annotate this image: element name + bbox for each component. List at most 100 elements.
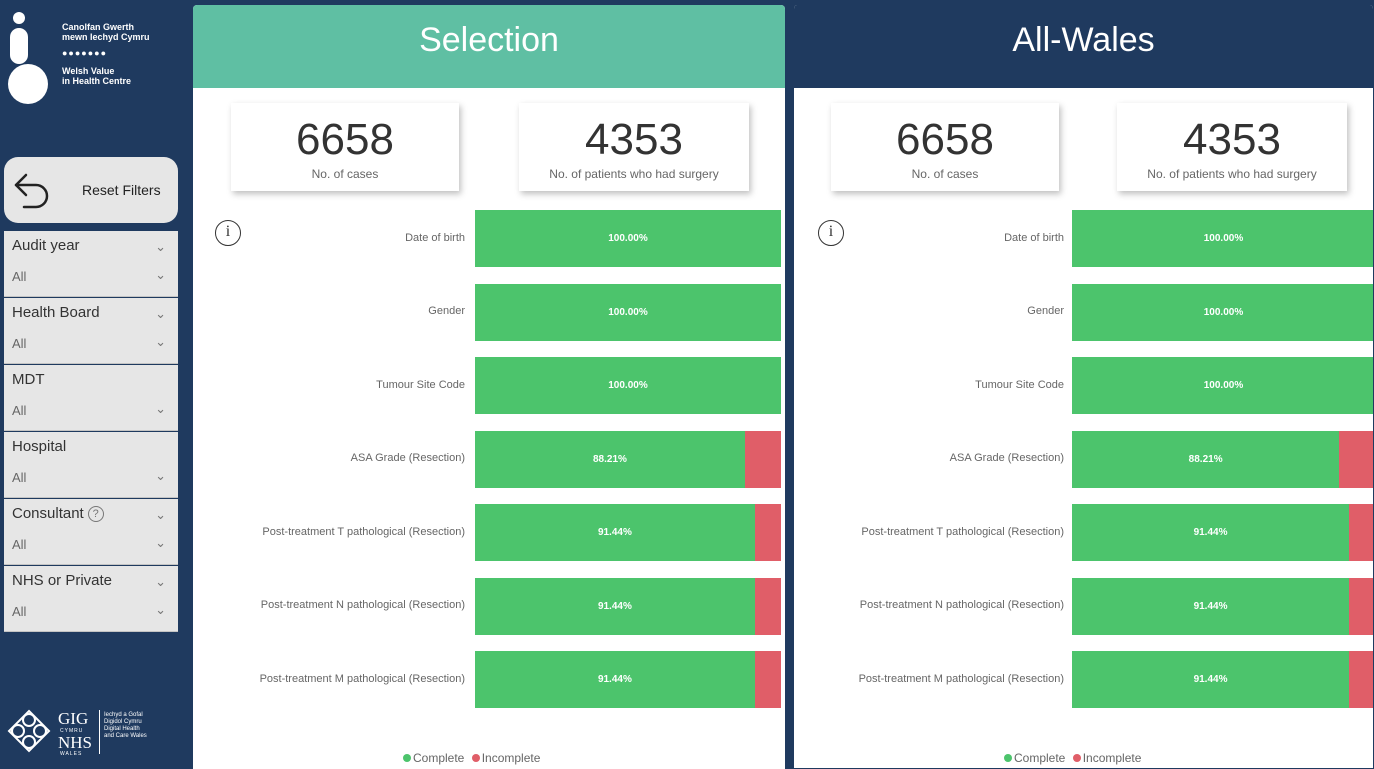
data-label: 100.00% bbox=[608, 380, 648, 391]
dhcw-text: Iechyd a Gofal Digidol Cymru Digital Hea… bbox=[104, 712, 147, 739]
data-label: 91.44% bbox=[597, 600, 632, 612]
legend-complete: Complete bbox=[413, 751, 465, 765]
panel-title: Selection bbox=[193, 5, 785, 88]
kpi-value: 4353 bbox=[585, 115, 683, 164]
kpi-card-cases: 6658 No. of cases bbox=[231, 103, 459, 191]
row-label: Post-treatment N pathological (Resection… bbox=[260, 599, 465, 611]
kpi-caption: No. of cases bbox=[311, 167, 379, 181]
filter-title: MDT bbox=[12, 371, 45, 388]
filter-value[interactable]: All bbox=[12, 604, 26, 619]
kpi-caption: No. of cases bbox=[911, 167, 979, 181]
chevron-down-icon[interactable]: ⌄ bbox=[155, 267, 166, 283]
filter-consultant[interactable]: Consultant? ⌄ All ⌄ bbox=[4, 499, 178, 565]
filter-title: Consultant? bbox=[12, 505, 104, 522]
filter-value[interactable]: All bbox=[12, 537, 26, 552]
data-label: 88.21% bbox=[593, 453, 627, 465]
stacked-bar[interactable]: 91.44% bbox=[1072, 577, 1373, 635]
nhs-wales-emblem-icon bbox=[7, 709, 51, 753]
row-label: Post-treatment T pathological (Resection… bbox=[861, 525, 1064, 538]
stacked-bar[interactable]: 91.44% bbox=[475, 651, 781, 708]
filter-value[interactable]: All bbox=[12, 336, 26, 351]
chevron-down-icon[interactable]: ⌄ bbox=[155, 574, 166, 590]
chart-legend: Complete Incomplete bbox=[403, 751, 540, 765]
filter-mdt[interactable]: MDT All ⌄ bbox=[4, 365, 178, 431]
logo-welsh-name: Canolfan Gwerth mewn Iechyd Cymru bbox=[62, 22, 150, 42]
selection-panel: Selection 6658 No. of cases 4353 No. of … bbox=[193, 5, 785, 769]
kpi-caption: No. of patients who had surgery bbox=[549, 167, 719, 181]
filter-nhs-or-private[interactable]: NHS or Private ⌄ All ⌄ bbox=[4, 566, 178, 632]
row-label: Date of birth bbox=[1004, 231, 1064, 244]
filter-value[interactable]: All bbox=[12, 470, 26, 485]
row-label: ASA Grade (Resection) bbox=[949, 452, 1064, 464]
row-label: Tumour Site Code bbox=[975, 378, 1064, 391]
gig-text: GIG bbox=[58, 709, 89, 728]
welsh-value-in-health-logo: Canolfan Gwerth mewn Iechyd Cymru ●●●●●●… bbox=[6, 8, 186, 108]
chevron-down-icon[interactable]: ⌄ bbox=[155, 334, 166, 350]
panel-title: All-Wales bbox=[794, 5, 1373, 88]
row-label: Post-treatment T pathological (Resection… bbox=[262, 525, 465, 538]
data-label: 100.00% bbox=[1203, 233, 1244, 244]
help-icon[interactable]: ? bbox=[87, 506, 104, 522]
kpi-value: 6658 bbox=[296, 115, 394, 164]
nhs-text: NHS bbox=[58, 733, 93, 752]
stacked-bar[interactable]: 100.00% bbox=[475, 357, 781, 414]
filter-value[interactable]: All bbox=[12, 403, 26, 418]
row-label: Tumour Site Code bbox=[376, 378, 465, 391]
complete-legend-dot bbox=[403, 754, 411, 762]
row-label: ASA Grade (Resection) bbox=[350, 452, 465, 464]
row-label: Date of birth bbox=[405, 231, 465, 244]
chevron-down-icon[interactable]: ⌄ bbox=[155, 602, 166, 618]
stacked-bar[interactable]: 91.44% bbox=[475, 577, 781, 635]
logo-english-name: Welsh Value in Health Centre bbox=[62, 66, 132, 86]
chevron-down-icon[interactable]: ⌄ bbox=[155, 468, 166, 484]
stacked-bar[interactable]: 88.21% bbox=[475, 430, 781, 488]
chevron-down-icon[interactable]: ⌄ bbox=[155, 306, 166, 322]
row-label: Gender bbox=[1027, 305, 1064, 317]
chevron-down-icon[interactable]: ⌄ bbox=[155, 239, 166, 255]
chevron-down-icon[interactable]: ⌄ bbox=[155, 401, 166, 417]
filter-audit-year[interactable]: Audit year ⌄ All ⌄ bbox=[4, 231, 178, 297]
filter-title: Audit year bbox=[12, 237, 80, 254]
filter-title-text: Consultant bbox=[12, 505, 84, 522]
reset-filters-button[interactable]: Reset Filters bbox=[4, 157, 178, 223]
all-wales-panel: All-Wales 6658 No. of cases 4353 No. of … bbox=[793, 5, 1374, 769]
stacked-bar[interactable]: 100.00% bbox=[475, 283, 781, 341]
stacked-bar[interactable]: 88.21% bbox=[1072, 430, 1373, 488]
chevron-down-icon[interactable]: ⌄ bbox=[155, 535, 166, 551]
kpi-caption: No. of patients who had surgery bbox=[1147, 167, 1317, 181]
wales-text: WALES bbox=[60, 751, 83, 757]
stacked-bar[interactable]: 91.44% bbox=[475, 504, 781, 561]
sidebar: Canolfan Gwerth mewn Iechyd Cymru ●●●●●●… bbox=[0, 0, 190, 769]
row-label: Gender bbox=[428, 305, 465, 317]
logo-dots: ●●●●●●● bbox=[62, 48, 108, 58]
legend-incomplete: Incomplete bbox=[1082, 751, 1142, 765]
filter-value[interactable]: All bbox=[12, 269, 26, 284]
data-label: 100.00% bbox=[608, 233, 648, 244]
data-label: 100.00% bbox=[608, 306, 648, 318]
row-label: Post-treatment N pathological (Resection… bbox=[859, 599, 1064, 611]
data-label: 100.00% bbox=[1203, 380, 1244, 391]
filter-hospital[interactable]: Hospital All ⌄ bbox=[4, 432, 178, 498]
data-label: 88.21% bbox=[1188, 453, 1223, 465]
nhs-wales-logo: GIG CYMRU NHS WALES Iechyd a Gofal Digid… bbox=[6, 706, 186, 761]
data-label: 100.00% bbox=[1203, 306, 1244, 318]
person-figure-icon bbox=[8, 12, 48, 104]
kpi-card-surgery: 4353 No. of patients who had surgery bbox=[1117, 103, 1347, 191]
stacked-bar[interactable]: 91.44% bbox=[1072, 504, 1373, 561]
stacked-bar[interactable]: 91.44% bbox=[1072, 651, 1373, 708]
incomplete-legend-dot bbox=[1072, 754, 1081, 762]
row-label: Post-treatment M pathological (Resection… bbox=[858, 672, 1064, 685]
stacked-bar[interactable]: 100.00% bbox=[1072, 357, 1373, 414]
data-label: 91.44% bbox=[1193, 600, 1228, 612]
stacked-bar[interactable]: 100.00% bbox=[1072, 210, 1373, 267]
stacked-bar[interactable]: 100.00% bbox=[475, 210, 781, 267]
data-label: 91.44% bbox=[1193, 674, 1228, 685]
incomplete-legend-dot bbox=[471, 754, 480, 762]
filter-title: NHS or Private bbox=[12, 572, 113, 589]
chevron-down-icon[interactable]: ⌄ bbox=[155, 507, 166, 523]
filter-health-board[interactable]: Health Board ⌄ All ⌄ bbox=[4, 298, 178, 364]
kpi-card-cases: 6658 No. of cases bbox=[831, 103, 1059, 191]
kpi-value: 4353 bbox=[1183, 115, 1281, 164]
stacked-bar[interactable]: 100.00% bbox=[1072, 283, 1373, 341]
kpi-value: 6658 bbox=[896, 115, 994, 164]
